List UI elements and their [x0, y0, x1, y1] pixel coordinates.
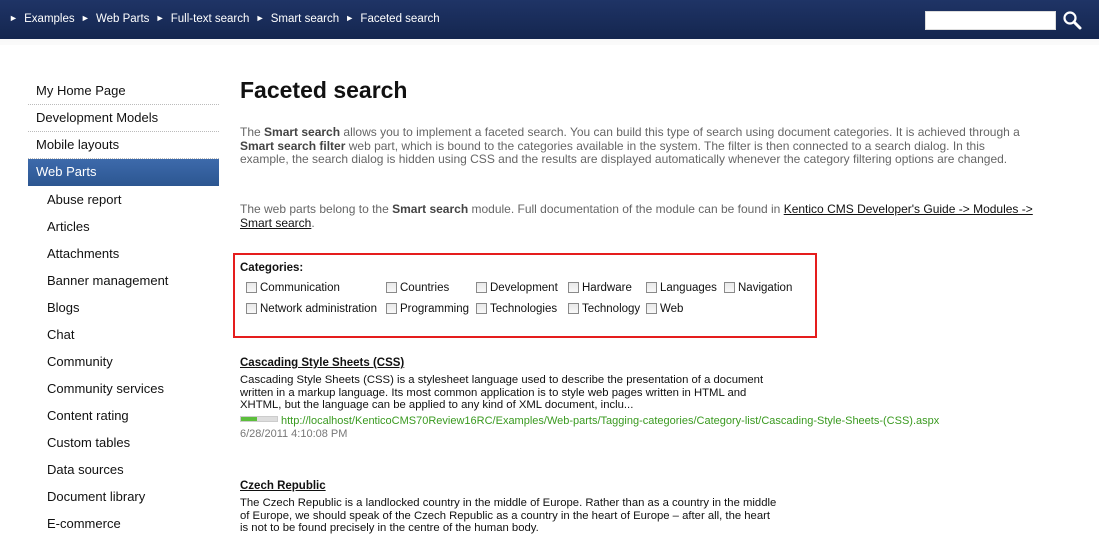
intro-bold-smart-search-filter: Smart search filter — [240, 138, 346, 153]
subnav-item-chat[interactable]: Chat — [28, 321, 219, 348]
checkbox[interactable] — [246, 303, 257, 314]
search-button[interactable] — [1061, 9, 1085, 31]
checkbox[interactable] — [476, 303, 487, 314]
intro-paragraph: The Smart search allows you to implement… — [240, 125, 1035, 167]
subnav-item-banner-management[interactable]: Banner management — [28, 267, 219, 294]
subnav-web-parts: Abuse report Articles Attachments Banner… — [28, 186, 219, 537]
subnav-item-document-library[interactable]: Document library — [28, 483, 219, 510]
header-bar: ► Examples ► Web Parts ► Full-text searc… — [0, 0, 1099, 39]
breadcrumb-item-full-text-search[interactable]: Full-text search — [171, 13, 250, 25]
category-technology[interactable]: Technology — [568, 303, 640, 315]
category-programming[interactable]: Programming — [386, 303, 469, 315]
nav-item-my-home-page[interactable]: My Home Page — [28, 78, 219, 105]
module-paragraph: The web parts belong to the Smart search… — [240, 202, 1035, 230]
category-label: Navigation — [738, 282, 793, 294]
result-description: Cascading Style Sheets (CSS) is a styles… — [240, 374, 764, 411]
checkbox[interactable] — [386, 282, 397, 293]
subnav-item-content-rating[interactable]: Content rating — [28, 402, 219, 429]
result-title-link[interactable]: Czech Republic — [240, 480, 780, 492]
category-label: Web — [660, 303, 684, 315]
result-url: http://localhost/KenticoCMS70Review16RC/… — [281, 414, 940, 427]
category-web[interactable]: Web — [646, 303, 683, 315]
breadcrumb-separator: ► — [345, 13, 355, 23]
subnav-item-articles[interactable]: Articles — [28, 213, 219, 240]
category-network-administration[interactable]: Network administration — [246, 303, 377, 315]
subnav-item-e-commerce[interactable]: E-commerce — [28, 510, 219, 537]
page-title: Faceted search — [240, 77, 408, 103]
checkbox[interactable] — [246, 282, 257, 293]
module-text: . — [311, 215, 315, 230]
category-label: Development — [490, 282, 558, 294]
breadcrumb-separator: ► — [255, 13, 265, 23]
category-countries[interactable]: Countries — [386, 282, 449, 294]
checkbox[interactable] — [386, 303, 397, 314]
subnav-item-data-sources[interactable]: Data sources — [28, 456, 219, 483]
categories-label: Categories: — [240, 262, 304, 274]
category-label: Languages — [660, 282, 717, 294]
intro-text: allows you to implement a faceted search… — [340, 125, 1020, 139]
result-url-line: http://localhost/KenticoCMS70Review16RC/… — [240, 415, 939, 427]
module-text: module. Full documentation of the module… — [468, 202, 784, 216]
relevance-fill — [241, 416, 258, 421]
result-date: 6/28/2011 4:10:08 PM — [240, 427, 348, 440]
search-input[interactable] — [925, 11, 1056, 30]
breadcrumb-item-web-parts[interactable]: Web Parts — [96, 13, 149, 25]
intro-text: web part, which is bound to the categori… — [240, 138, 1008, 166]
relevance-bar — [240, 415, 278, 422]
category-navigation[interactable]: Navigation — [724, 282, 792, 294]
checkbox[interactable] — [568, 303, 579, 314]
intro-text: The — [240, 125, 265, 139]
category-hardware[interactable]: Hardware — [568, 282, 632, 294]
category-label: Hardware — [582, 282, 632, 294]
checkbox[interactable] — [646, 303, 657, 314]
subnav-item-custom-tables[interactable]: Custom tables — [28, 429, 219, 456]
subnav-item-community[interactable]: Community — [28, 348, 219, 375]
subnav-item-blogs[interactable]: Blogs — [28, 294, 219, 321]
breadcrumb-separator: ► — [80, 13, 90, 23]
category-development[interactable]: Development — [476, 282, 558, 294]
subnav-item-community-services[interactable]: Community services — [28, 375, 219, 402]
checkbox[interactable] — [724, 282, 735, 293]
module-text: The web parts belong to the — [240, 202, 393, 216]
module-bold-smart-search: Smart search — [392, 202, 469, 216]
category-label: Network administration — [260, 303, 377, 315]
subnav-item-abuse-report[interactable]: Abuse report — [28, 186, 219, 213]
checkbox[interactable] — [646, 282, 657, 293]
category-label: Communication — [260, 282, 340, 294]
intro-bold-smart-search: Smart search — [264, 125, 341, 139]
breadcrumb-item-examples[interactable]: Examples — [24, 13, 75, 25]
subnav-item-attachments[interactable]: Attachments — [28, 240, 219, 267]
breadcrumb: ► Examples ► Web Parts ► Full-text searc… — [6, 13, 440, 25]
breadcrumb-item-faceted-search[interactable]: Faceted search — [360, 13, 439, 25]
breadcrumb-separator: ► — [155, 13, 165, 23]
category-label: Technologies — [490, 303, 558, 315]
left-navigation: My Home Page Development Models Mobile l… — [28, 78, 219, 537]
category-technologies[interactable]: Technologies — [476, 303, 557, 315]
result-description: The Czech Republic is a landlocked count… — [240, 497, 777, 534]
nav-item-development-models[interactable]: Development Models — [28, 105, 219, 132]
result-title-link[interactable]: Cascading Style Sheets (CSS) — [240, 357, 780, 369]
category-label: Countries — [400, 282, 450, 294]
search-icon — [1063, 11, 1082, 30]
category-communication[interactable]: Communication — [246, 282, 340, 294]
category-languages[interactable]: Languages — [646, 282, 717, 294]
category-label: Technology — [582, 303, 641, 315]
search-result: Cascading Style Sheets (CSS) Cascading S… — [240, 357, 939, 440]
nav-item-mobile-layouts[interactable]: Mobile layouts — [28, 132, 219, 159]
search-result: Czech Republic The Czech Republic is a l… — [240, 480, 780, 535]
breadcrumb-separator: ► — [9, 13, 18, 23]
checkbox[interactable] — [476, 282, 487, 293]
category-label: Programming — [400, 303, 470, 315]
nav-item-web-parts[interactable]: Web Parts — [28, 159, 219, 186]
checkbox[interactable] — [568, 282, 579, 293]
breadcrumb-item-smart-search[interactable]: Smart search — [271, 13, 339, 25]
category-filter-highlight — [233, 253, 817, 338]
